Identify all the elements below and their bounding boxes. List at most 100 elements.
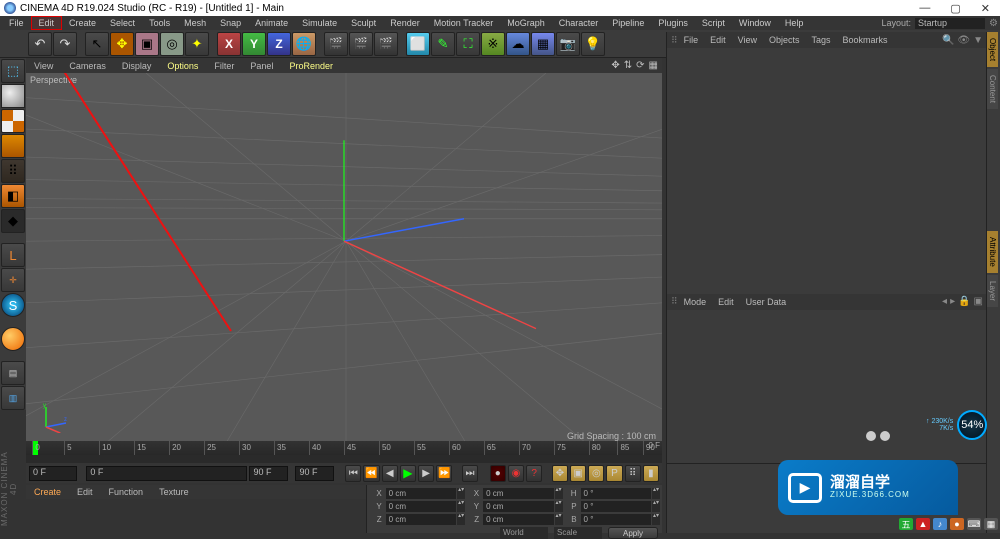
menu-tools[interactable]: Tools xyxy=(142,16,177,30)
om-menu-edit[interactable]: Edit xyxy=(704,35,732,45)
add-light-button[interactable]: 💡 xyxy=(581,32,605,56)
menu-plugins[interactable]: Plugins xyxy=(651,16,695,30)
axis-toggle-button[interactable]: ✛ xyxy=(1,268,25,292)
viewport-maximize-icon[interactable]: ▦ xyxy=(649,60,658,71)
play-button[interactable]: ▶ xyxy=(400,465,416,482)
add-scene-button[interactable]: ▦ xyxy=(531,32,555,56)
pos-x-input[interactable]: 0 cm xyxy=(386,488,456,499)
menu-render[interactable]: Render xyxy=(383,16,427,30)
grip-icon[interactable]: ⠿ xyxy=(671,296,678,307)
end-frame-input[interactable]: 90 F xyxy=(295,466,333,481)
add-primitive-button[interactable]: ⬜ xyxy=(406,32,430,56)
range-end-input[interactable]: 90 F xyxy=(249,466,287,481)
am-menu-mode[interactable]: Mode xyxy=(678,297,713,307)
menu-motiontracker[interactable]: Motion Tracker xyxy=(427,16,501,30)
go-end-button[interactable]: ⏭ xyxy=(462,465,478,482)
object-manager-body[interactable] xyxy=(667,48,986,294)
minimize-button[interactable]: — xyxy=(919,2,930,15)
menu-help[interactable]: Help xyxy=(778,16,811,30)
menu-snap[interactable]: Snap xyxy=(213,16,248,30)
om-menu-tags[interactable]: Tags xyxy=(806,35,837,45)
menu-create[interactable]: Create xyxy=(62,16,103,30)
timeline-marker-button[interactable]: ▮ xyxy=(643,465,659,482)
x-axis-lock[interactable]: X xyxy=(217,32,241,56)
polygon-mode-button[interactable]: ◆ xyxy=(1,209,25,233)
am-menu-edit[interactable]: Edit xyxy=(712,297,740,307)
point-mode-button[interactable]: ⠿ xyxy=(1,159,25,183)
close-button[interactable]: ✕ xyxy=(981,2,990,15)
range-input[interactable]: 0 F xyxy=(86,466,247,481)
render-region-button[interactable]: ▥ xyxy=(1,386,25,410)
viewport-pan-icon[interactable]: ✥ xyxy=(611,60,619,71)
size-z-input[interactable]: 0 cm xyxy=(483,514,553,525)
view-menu-filter[interactable]: Filter xyxy=(206,61,242,71)
pos-y-input[interactable]: 0 cm xyxy=(386,501,456,512)
tray-icon-1[interactable]: 五 xyxy=(899,518,913,530)
z-axis-lock[interactable]: Z xyxy=(267,32,291,56)
vtab-attributes[interactable]: Attribute xyxy=(987,231,998,273)
texture-mode-button[interactable] xyxy=(1,109,25,133)
spin[interactable]: ▴▾ xyxy=(555,488,563,499)
prev-key-button[interactable]: ⏪ xyxy=(363,465,379,482)
render-settings-button[interactable]: 🎬 xyxy=(374,32,398,56)
spin[interactable]: ▴▾ xyxy=(652,514,660,525)
view-menu-prorender[interactable]: ProRender xyxy=(281,61,341,71)
add-environment-button[interactable]: ☁ xyxy=(506,32,530,56)
vtab-content[interactable]: Content xyxy=(987,69,998,109)
view-menu-options[interactable]: Options xyxy=(159,61,206,71)
tray-icon-2[interactable]: ▲ xyxy=(916,518,930,530)
menu-window[interactable]: Window xyxy=(732,16,778,30)
layout-dropdown[interactable]: Startup xyxy=(915,18,985,29)
mat-menu-create[interactable]: Create xyxy=(26,487,69,497)
rot-b-input[interactable]: 0 ° xyxy=(581,514,651,525)
edge-mode-button[interactable]: ◧ xyxy=(1,184,25,208)
undo-button[interactable]: ↶ xyxy=(28,32,52,56)
tray-icon-4[interactable]: ● xyxy=(950,518,964,530)
layout-config-icon[interactable]: ⚙ xyxy=(989,18,998,29)
maximize-button[interactable]: ▢ xyxy=(950,2,960,15)
timeline-ruler[interactable]: 0 5 10 15 20 25 30 35 40 45 50 55 60 65 … xyxy=(26,441,662,455)
spin[interactable]: ▴▾ xyxy=(652,488,660,499)
menu-animate[interactable]: Animate xyxy=(248,16,295,30)
mat-menu-texture[interactable]: Texture xyxy=(151,487,197,497)
menu-mograph[interactable]: MoGraph xyxy=(500,16,552,30)
view-menu-display[interactable]: Display xyxy=(114,61,160,71)
prev-frame-button[interactable]: ◀ xyxy=(382,465,398,482)
make-editable-button[interactable]: ⬚ xyxy=(1,59,25,83)
menu-mesh[interactable]: Mesh xyxy=(177,16,213,30)
spin[interactable]: ▴▾ xyxy=(457,514,465,525)
pos-z-input[interactable]: 0 cm xyxy=(386,514,456,525)
live-select-tool[interactable]: ↖ xyxy=(85,32,109,56)
add-spline-button[interactable]: ✎ xyxy=(431,32,455,56)
spin[interactable]: ▴▾ xyxy=(555,514,563,525)
coord-space-dropdown[interactable]: World xyxy=(500,527,548,539)
vtab-objects[interactable]: Object xyxy=(987,32,998,67)
size-y-input[interactable]: 0 cm xyxy=(483,501,553,512)
apply-button[interactable]: Apply xyxy=(608,527,658,539)
workplane-button[interactable] xyxy=(1,134,25,158)
y-axis-lock[interactable]: Y xyxy=(242,32,266,56)
key-pla-button[interactable]: ⠿ xyxy=(625,465,641,482)
menu-character[interactable]: Character xyxy=(552,16,606,30)
timeline-scrub[interactable] xyxy=(26,455,662,463)
enable-axis-button[interactable]: L xyxy=(1,243,25,267)
coord-type-dropdown[interactable]: Scale xyxy=(554,527,602,539)
tray-icon-3[interactable]: ♪ xyxy=(933,518,947,530)
move-tool[interactable]: ✥ xyxy=(110,32,134,56)
model-mode-button[interactable] xyxy=(1,84,25,108)
viewport-canvas[interactable]: y z x xyxy=(26,73,662,443)
spin[interactable]: ▴▾ xyxy=(457,501,465,512)
spin[interactable]: ▴▾ xyxy=(652,501,660,512)
axis-gizmo[interactable]: y z x xyxy=(40,403,70,433)
grip-icon[interactable]: ⠿ xyxy=(671,35,678,46)
view-menu-panel[interactable]: Panel xyxy=(242,61,281,71)
snap-button[interactable]: S xyxy=(1,293,25,317)
om-search-icon[interactable]: 🔍 xyxy=(942,35,954,46)
material-grid[interactable] xyxy=(26,499,366,533)
menu-edit[interactable]: Edit xyxy=(31,16,63,30)
next-key-button[interactable]: ⏩ xyxy=(436,465,452,482)
add-generator-button[interactable]: ⛶ xyxy=(456,32,480,56)
am-new-icon[interactable]: ▣ xyxy=(974,296,983,307)
soft-selection-button[interactable] xyxy=(1,327,25,351)
keysel-button[interactable]: ? xyxy=(526,465,542,482)
